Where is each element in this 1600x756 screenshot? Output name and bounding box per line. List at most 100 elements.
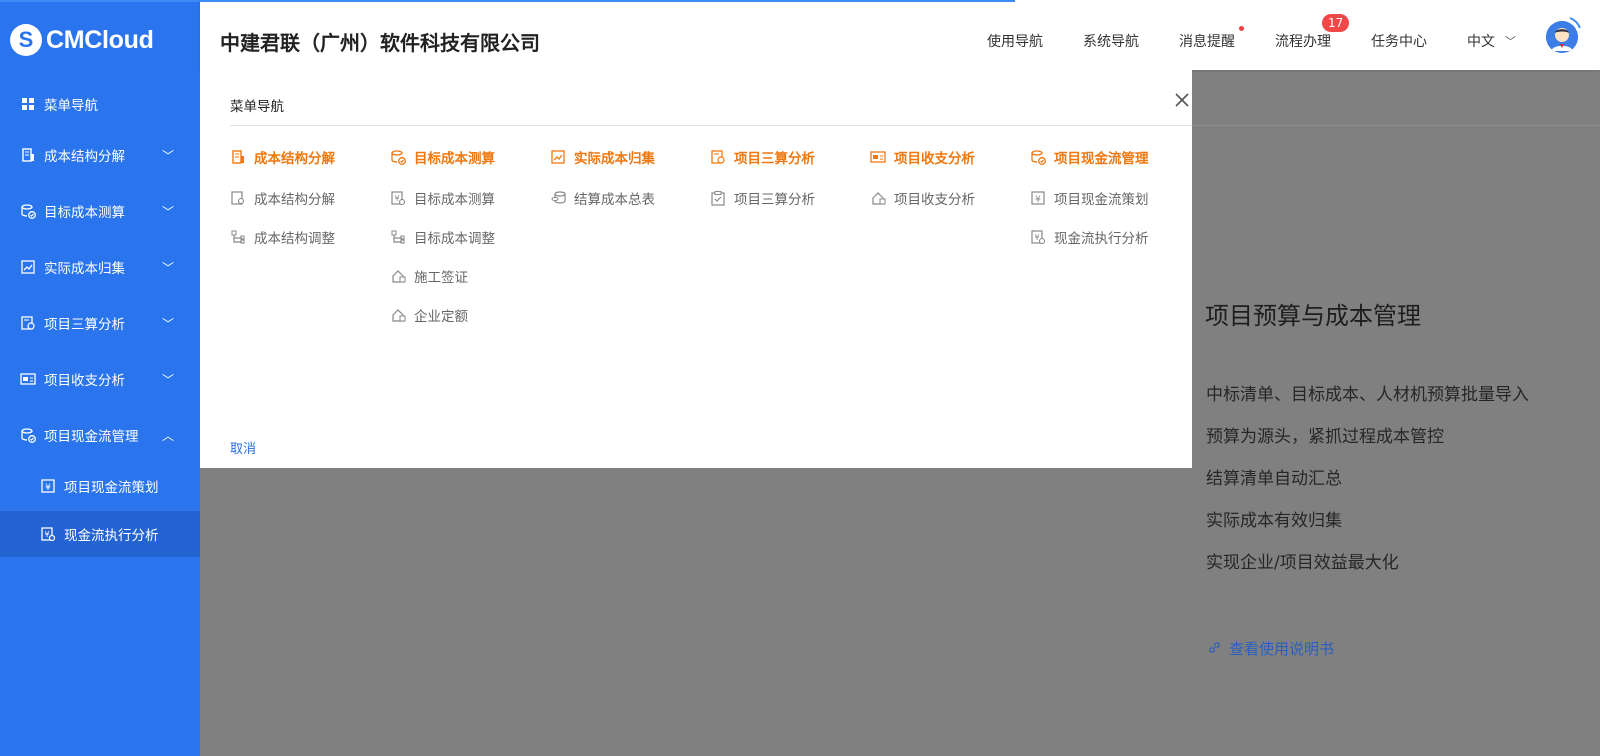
- svg-text:¥: ¥: [45, 483, 51, 493]
- chevron-down-icon: ﹀: [161, 148, 174, 163]
- menu-link-label: 项目收支分析: [894, 192, 975, 208]
- menu-link-income-expense[interactable]: 项目收支分析: [870, 188, 975, 208]
- menu-link-three-calc[interactable]: 项目三算分析: [710, 188, 815, 208]
- feature-line: 预算为源头，紧抓过程成本管控: [1206, 427, 1444, 447]
- sidebar-subitem-cashflow-analysis[interactable]: ¥ 现金流执行分析: [0, 511, 200, 557]
- feature-line: 结算清单自动汇总: [1206, 469, 1342, 489]
- menu-link-label: 成本结构分解: [254, 192, 335, 208]
- sidebar-item-income-expense[interactable]: 项目收支分析 ﹀: [0, 351, 200, 407]
- menu-group-cashflow[interactable]: 项目现金流管理: [1030, 147, 1149, 167]
- sidebar-item-three-calc[interactable]: 项目三算分析 ﹀: [0, 295, 200, 351]
- menu-link-target-adjust[interactable]: 目标成本调整: [390, 227, 495, 247]
- chevron-down-icon: ﹀: [161, 316, 174, 331]
- product-title: 项目预算与成本管理: [1205, 302, 1421, 330]
- clipboard-check-icon: [710, 190, 726, 206]
- top-header: 中建君联（广州）软件科技有限公司 使用导航 系统导航 消息提醒 流程办理 任务中…: [200, 0, 1600, 70]
- avatar[interactable]: [1546, 21, 1578, 53]
- chart-doc-icon: [20, 259, 36, 275]
- link-icon: [1208, 640, 1221, 658]
- sidebar-item-target-cost[interactable]: 目标成本测算 ﹀: [0, 183, 200, 239]
- house-icon: [870, 190, 886, 206]
- yen-search-icon: ¥: [40, 526, 56, 542]
- yen-search-icon: ¥: [390, 190, 406, 206]
- menu-link-label: 目标成本测算: [414, 192, 495, 208]
- coins-check-icon: [20, 203, 36, 219]
- manual-link[interactable]: 查看使用说明书: [1208, 638, 1334, 659]
- chart-doc-icon: [550, 149, 566, 165]
- sidebar-item-menu-nav[interactable]: 菜单导航: [0, 76, 200, 132]
- cancel-button[interactable]: 取消: [230, 438, 256, 457]
- sidebar-item-label: 目标成本测算: [44, 205, 125, 221]
- menu-group-actual-cost[interactable]: 实际成本归集: [550, 147, 655, 167]
- menu-link-site-visa[interactable]: 施工签证: [390, 266, 468, 286]
- user-avatar-icon: [1546, 21, 1578, 53]
- menu-link-label: 项目三算分析: [734, 192, 815, 208]
- workflow-badge: 17: [1322, 14, 1350, 32]
- nav-system-guide[interactable]: 系统导航: [1083, 31, 1139, 51]
- house-icon: [390, 307, 406, 323]
- sidebar-item-cost-structure[interactable]: 成本结构分解 ﹀: [0, 127, 200, 183]
- chevron-down-icon: ﹀: [161, 372, 174, 387]
- building-icon: [230, 149, 246, 165]
- feature-line: 实际成本有效归集: [1206, 511, 1342, 531]
- menu-group-income-expense[interactable]: 项目收支分析: [870, 147, 975, 167]
- nav-messages[interactable]: 消息提醒: [1179, 31, 1235, 51]
- sidebar-item-label: 项目收支分析: [44, 373, 125, 389]
- grid-icon: [20, 96, 36, 112]
- building-icon: [20, 147, 36, 163]
- chevron-down-icon: ﹀: [161, 260, 174, 275]
- coins-check-icon: [20, 427, 36, 443]
- menu-link-label: 结算成本总表: [574, 192, 655, 208]
- menu-group-target-cost[interactable]: 目标成本测算: [390, 147, 495, 167]
- tree-icon: [390, 229, 406, 245]
- menu-link-enterprise-quota[interactable]: 企业定额: [390, 305, 468, 325]
- svg-text:¥: ¥: [44, 530, 49, 539]
- panel-divider: [230, 125, 1192, 126]
- menu-group-cost-structure[interactable]: 成本结构分解: [230, 147, 335, 167]
- close-button[interactable]: [1172, 90, 1192, 110]
- menu-group-label: 项目现金流管理: [1054, 151, 1149, 167]
- sidebar-subitem-cashflow-plan[interactable]: ¥ 项目现金流策划: [0, 463, 200, 509]
- chevron-down-icon: ﹀: [161, 204, 174, 219]
- menu-link-label: 企业定额: [414, 309, 468, 325]
- menu-link-label: 施工签证: [414, 270, 468, 286]
- language-select[interactable]: 中文 ﹀: [1467, 31, 1516, 51]
- menu-link-cost-adjust[interactable]: 成本结构调整: [230, 227, 335, 247]
- yen-search-icon: ¥: [1030, 229, 1046, 245]
- tree-icon: [230, 229, 246, 245]
- nav-task-center[interactable]: 任务中心: [1371, 31, 1427, 51]
- sidebar-item-cashflow[interactable]: 项目现金流管理 ︿: [0, 407, 200, 463]
- card-icon: [20, 371, 36, 387]
- sidebar: S CMCloud 菜单导航 成本结构分解 ﹀ 目标成本测算 ﹀ 实际成本归集 …: [0, 0, 200, 756]
- menu-link-cashflow-analysis[interactable]: ¥ 现金流执行分析: [1030, 227, 1149, 247]
- menu-group-label: 项目三算分析: [734, 151, 815, 167]
- menu-link-cashflow-plan[interactable]: ¥ 项目现金流策划: [1030, 188, 1149, 208]
- sidebar-item-label: 菜单导航: [44, 98, 98, 114]
- menu-group-label: 项目收支分析: [894, 151, 975, 167]
- yen-box-icon: ¥: [40, 478, 56, 494]
- coins-check-icon: [390, 149, 406, 165]
- feature-line: 中标清单、目标成本、人材机预算批量导入: [1206, 385, 1529, 405]
- sidebar-item-label: 实际成本归集: [44, 261, 125, 277]
- company-name: 中建君联（广州）软件科技有限公司: [220, 31, 540, 55]
- svg-text:¥: ¥: [394, 194, 399, 203]
- doc-gear-icon: [20, 315, 36, 331]
- sidebar-item-label: 项目三算分析: [44, 317, 125, 333]
- menu-link-label: 成本结构调整: [254, 231, 335, 247]
- chevron-up-icon: ︿: [161, 428, 174, 443]
- unread-dot: [1239, 26, 1244, 31]
- brand-logo[interactable]: S CMCloud: [0, 0, 200, 80]
- menu-link-settlement-summary[interactable]: 结算成本总表: [550, 188, 655, 208]
- nav-usage-guide[interactable]: 使用导航: [987, 31, 1043, 51]
- feature-line: 实现企业/项目效益最大化: [1206, 553, 1399, 573]
- menu-link-target-cost[interactable]: ¥ 目标成本测算: [390, 188, 495, 208]
- menu-link-cost-structure[interactable]: 成本结构分解: [230, 188, 335, 208]
- doc-gear-icon: [710, 149, 726, 165]
- coins-check-icon: [1030, 149, 1046, 165]
- nav-workflow[interactable]: 流程办理: [1275, 31, 1331, 51]
- menu-group-three-calc[interactable]: 项目三算分析: [710, 147, 815, 167]
- sidebar-item-actual-cost[interactable]: 实际成本归集 ﹀: [0, 239, 200, 295]
- close-icon: [1175, 93, 1189, 107]
- menu-link-label: 项目现金流策划: [1054, 192, 1149, 208]
- svg-text:¥: ¥: [1035, 195, 1041, 205]
